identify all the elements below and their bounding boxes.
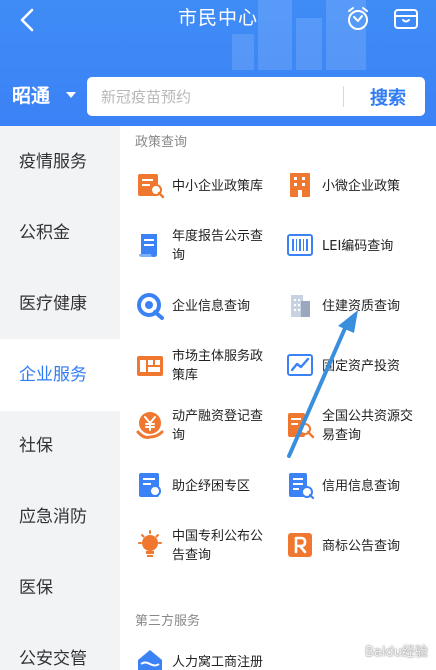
search-divider xyxy=(343,86,344,107)
service-item-enterprise-info[interactable]: 企业信息查询 xyxy=(135,276,285,336)
lightbulb-icon xyxy=(138,530,162,557)
city-selector[interactable]: 昭通 xyxy=(12,84,50,108)
service-item-label: 中国专利公布公告查询 xyxy=(172,529,264,563)
service-item-market-entity-policy[interactable]: 市场主体服务政策库 xyxy=(135,336,285,396)
trend-chart-icon xyxy=(287,354,313,376)
enterprise-search-icon xyxy=(137,293,164,320)
watermark: Baidu经验 xyxy=(365,645,428,660)
service-item-public-resource-trade[interactable]: 全国公共资源交易查询 xyxy=(285,396,436,456)
sidebar-item-medical[interactable]: 医疗健康 xyxy=(0,268,120,340)
service-item-movable-finance[interactable]: 动产融资登记查询 xyxy=(135,396,285,456)
service-item-label: 全国公共资源交易查询 xyxy=(322,409,414,443)
sidebar-item-traffic-police[interactable]: 公安交管 xyxy=(0,623,120,670)
search-button[interactable]: 搜索 xyxy=(351,77,425,116)
service-item-micro-policy[interactable]: 小微企业政策 xyxy=(285,156,436,216)
category-sidebar: 疫情服务 公积金 医疗健康 企业服务 社保 应急消防 医保 公安交管 xyxy=(0,126,120,670)
sidebar-item-social-security[interactable]: 社保 xyxy=(0,410,120,482)
trademark-r-icon xyxy=(288,533,312,557)
service-item-relief-zone[interactable]: 助企纾困专区 xyxy=(135,456,285,516)
sidebar-item-epidemic[interactable]: 疫情服务 xyxy=(0,126,120,198)
service-item-label: 住建资质查询 xyxy=(322,298,401,314)
service-item-lei-code[interactable]: LEI编码查询 xyxy=(285,216,436,276)
sidebar-item-housing-fund[interactable]: 公积金 xyxy=(0,197,120,269)
service-item-fixed-asset-investment[interactable]: 固定资产投资 xyxy=(285,336,436,396)
wallet-icon[interactable] xyxy=(392,5,420,33)
search-input[interactable] xyxy=(101,77,331,116)
service-item-label: 信用信息查询 xyxy=(322,478,401,494)
section-title: 第三方服务 xyxy=(135,614,201,629)
service-item-label: LEI编码查询 xyxy=(322,238,394,254)
sidebar-item-emergency[interactable]: 应急消防 xyxy=(0,481,120,553)
sidebar-item-enterprise[interactable]: 企业服务 xyxy=(0,339,120,411)
service-item-label: 固定资产投资 xyxy=(322,358,401,374)
market-entity-icon xyxy=(137,356,163,376)
house-icon xyxy=(138,650,162,670)
service-item-label: 助企纾困专区 xyxy=(172,478,251,494)
skyline-decoration xyxy=(232,34,254,70)
caret-down-icon[interactable] xyxy=(66,92,76,98)
resource-search-icon xyxy=(288,413,315,439)
policy-search-icon xyxy=(138,174,165,199)
service-item-label: 中小企业政策库 xyxy=(172,178,264,194)
service-item-credit-info[interactable]: 信用信息查询 xyxy=(285,456,436,516)
service-item-label: 市场主体服务政策库 xyxy=(172,349,264,383)
top-bar: 市民中心 昭通 搜索 xyxy=(0,0,436,126)
service-item-label: 小微企业政策 xyxy=(322,178,401,194)
section-title: 政策查询 xyxy=(135,135,188,150)
service-item-construction-qualification[interactable]: 住建资质查询 xyxy=(285,276,436,336)
service-item-label: 企业信息查询 xyxy=(172,298,251,314)
service-item-label: 动产融资登记查询 xyxy=(172,409,264,443)
service-item-label: 人力窝工商注册 xyxy=(172,654,264,670)
yen-finance-icon xyxy=(136,412,164,439)
city-building-icon xyxy=(291,295,310,317)
credit-doc-icon xyxy=(289,473,315,500)
barcode-icon xyxy=(287,234,313,256)
service-item-sme-policy[interactable]: 中小企业政策库 xyxy=(135,156,285,216)
support-doc-icon xyxy=(139,473,161,497)
sidebar-item-medical-insurance[interactable]: 医保 xyxy=(0,552,120,624)
service-item-trademark-announcement[interactable]: 商标公告查询 xyxy=(285,516,436,576)
timer-icon[interactable] xyxy=(344,5,372,33)
service-item-hr-registration[interactable]: 人力窝工商注册 xyxy=(135,632,285,670)
service-content: 政策查询 中小企业政策库 小微企业政策 年度报告公示查询 LEI编码查询 企业信… xyxy=(120,126,436,670)
service-item-patent-announcement[interactable]: 中国专利公布公告查询 xyxy=(135,516,285,576)
search-bar: 搜索 xyxy=(87,77,425,116)
service-item-annual-report[interactable]: 年度报告公示查询 xyxy=(135,216,285,276)
service-item-label: 年度报告公示查询 xyxy=(172,229,264,263)
building-icon xyxy=(290,173,310,197)
service-item-label: 商标公告查询 xyxy=(322,538,401,554)
report-scroll-icon xyxy=(139,234,157,257)
